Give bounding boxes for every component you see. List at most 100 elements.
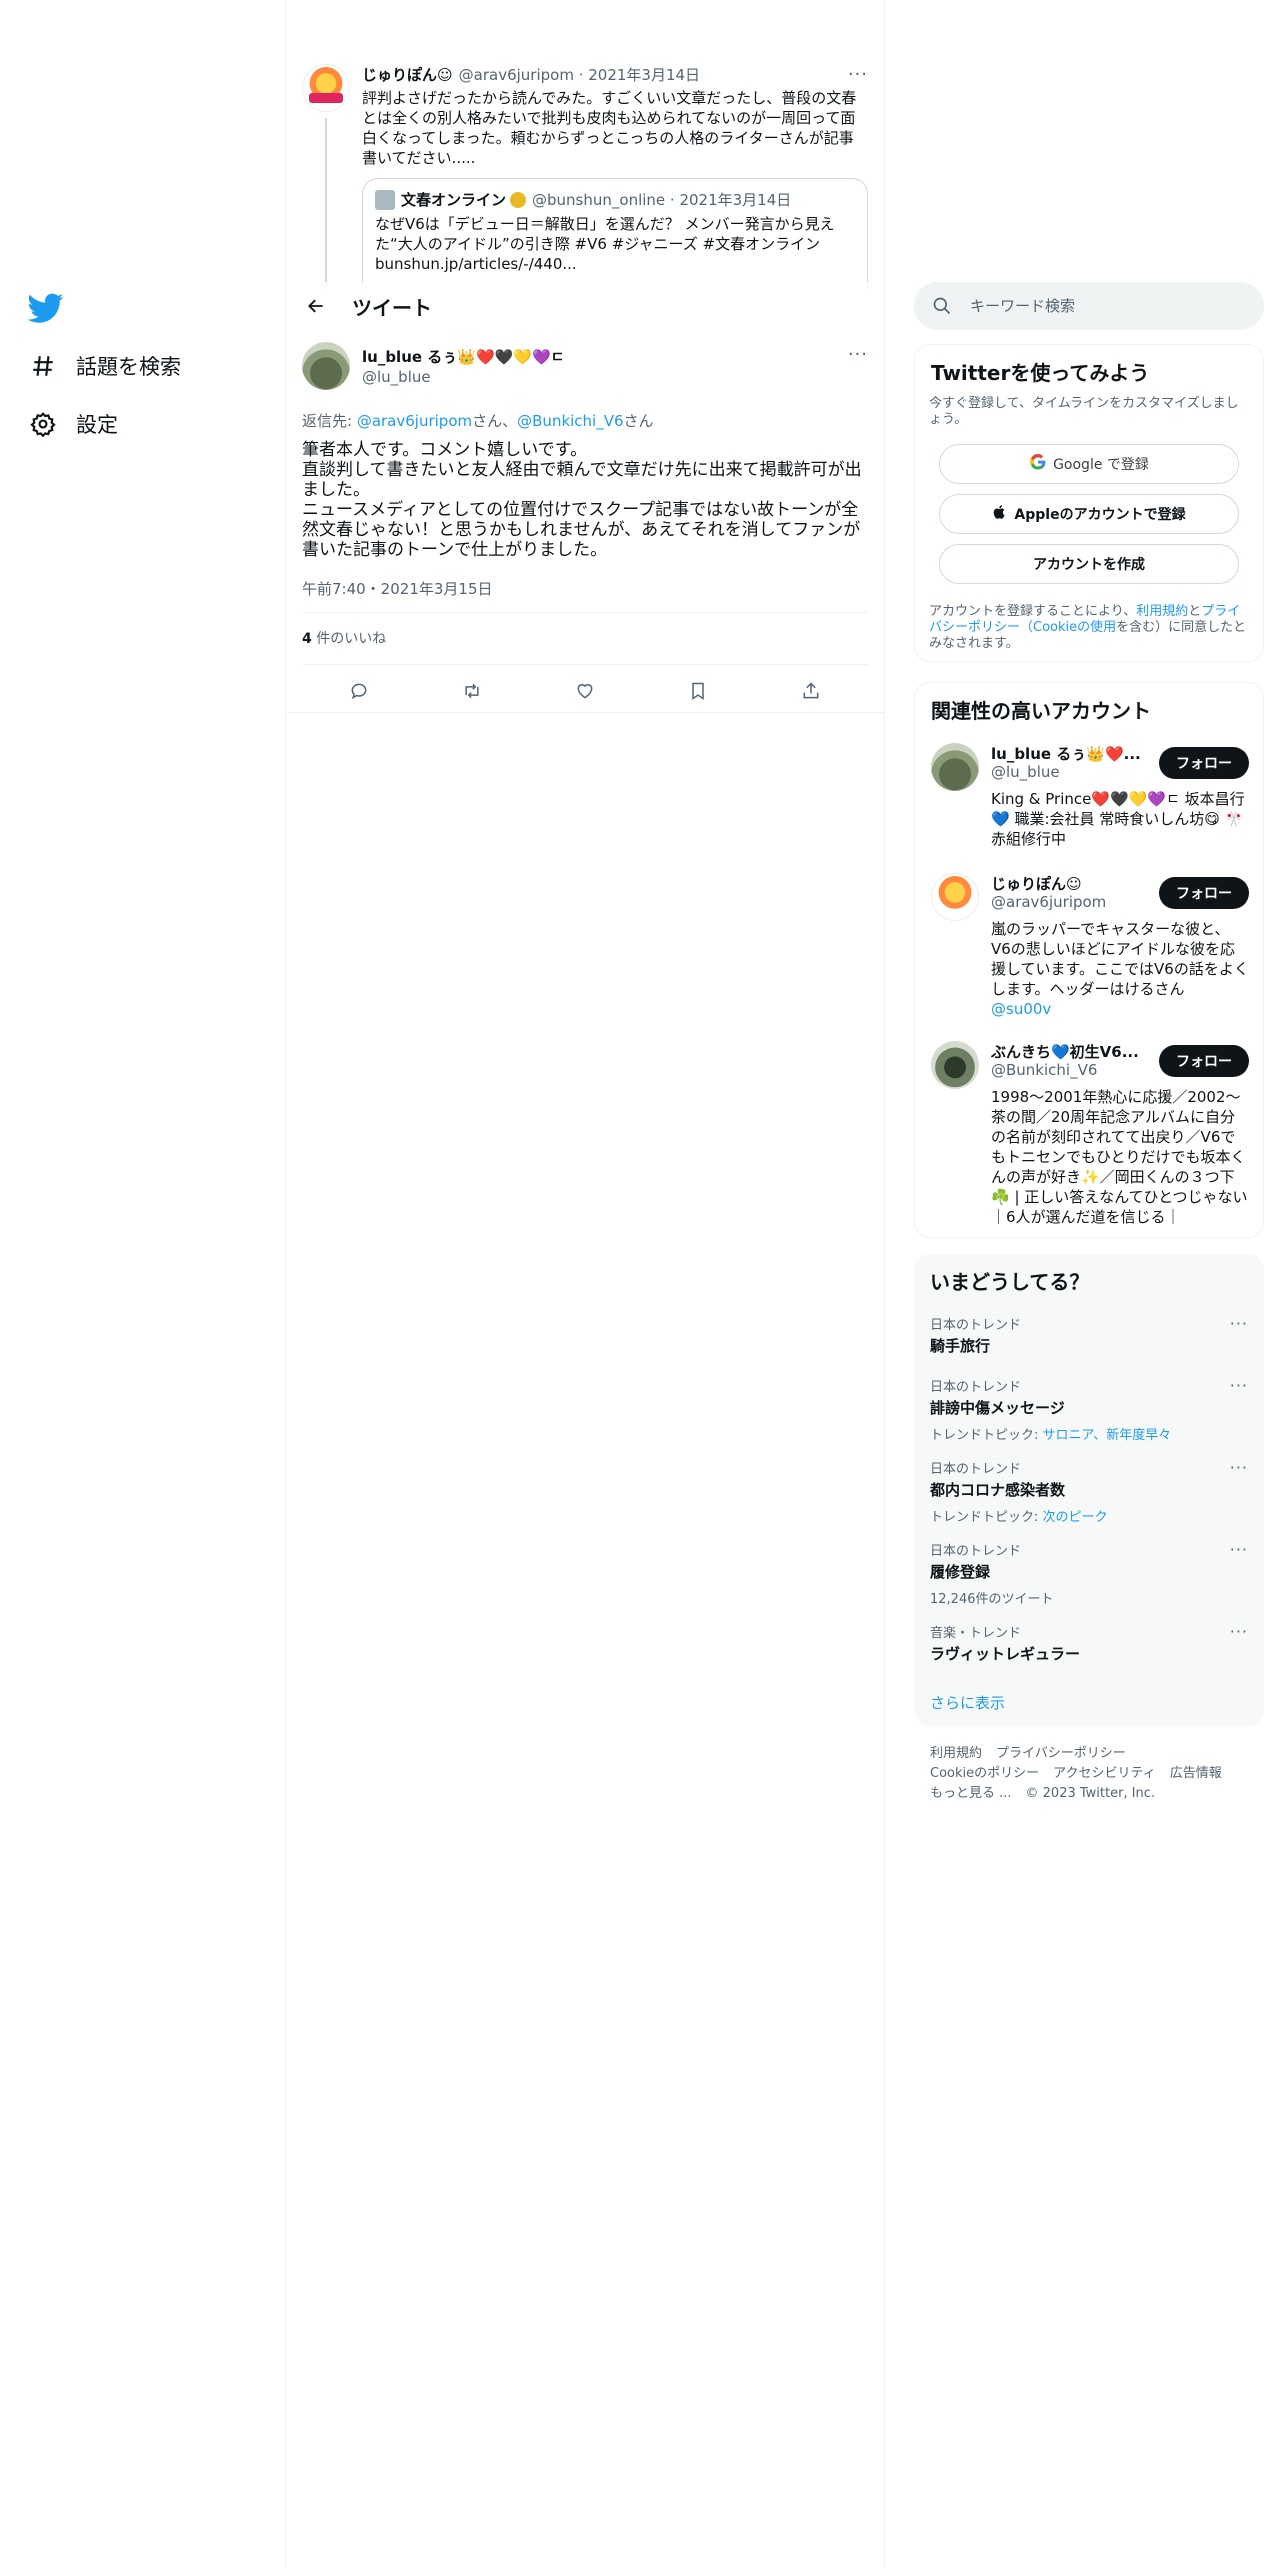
reply-to-link[interactable]: @arav6juripom <box>357 412 472 430</box>
footer-link[interactable]: 利用規約 <box>930 1746 982 1761</box>
more-icon[interactable]: ··· <box>1230 1314 1248 1333</box>
gear-icon <box>28 409 58 439</box>
tweet-text-line: 筆者本人です。コメント嬉しいです。 <box>302 440 588 460</box>
reply-context: 返信先: @arav6juripomさん、@Bunkichi_V6さん <box>302 412 654 430</box>
tweet-text-line: ニュースメディアとしての位置付けでスクープ記事ではない故トーンが全然文春じゃない… <box>302 500 861 560</box>
nav-settings-label: 設定 <box>76 413 118 437</box>
reply-icon[interactable] <box>342 674 376 708</box>
bookmark-icon[interactable] <box>681 674 715 708</box>
share-icon[interactable] <box>794 674 828 708</box>
account-bio: 嵐のラッパーでキャスターな彼と、V6の悲しいほどにアイドルな彼を応援しています。… <box>991 920 1249 1018</box>
footer: 利用規約 プライバシーポリシー Cookieのポリシー アクセシビリティ 広告情報 も… <box>930 1744 1250 1804</box>
author-handle[interactable]: @lu_blue <box>362 368 431 386</box>
avatar[interactable] <box>302 64 350 112</box>
account-handle[interactable]: @Bunkichi_V6 <box>991 1061 1097 1079</box>
who-to-follow-title: 関連性の高いアカウント <box>931 699 1151 723</box>
reply-to-link[interactable]: @Bunkichi_V6 <box>517 412 623 430</box>
parent-tweet-header: じゅりぽん☺ @arav6juripom · 2021年3月14日 ··· <box>362 64 868 85</box>
quoted-author-name: 文春オンライン <box>401 191 507 209</box>
account-handle[interactable]: @lu_blue <box>991 763 1060 781</box>
signup-subtitle: 今すぐ登録して、タイムラインをカスタマイズしましょう。 <box>929 396 1239 427</box>
twitter-logo-icon[interactable] <box>27 290 64 326</box>
account-bio: King & Prince❤️🖤💛💜ㄷ 坂本昌行💙 職業:会社員 常時食いしん坊… <box>991 790 1245 848</box>
hashtag-icon <box>28 351 58 381</box>
account-handle[interactable]: @arav6juripom <box>991 893 1106 911</box>
avatar[interactable] <box>931 873 979 921</box>
avatar[interactable] <box>931 743 979 791</box>
account-name[interactable]: じゅりぽん☺ <box>991 873 1151 894</box>
google-signup-button[interactable]: Google で登録 <box>939 444 1239 484</box>
search-input[interactable] <box>970 297 1250 315</box>
footer-link[interactable]: Cookieのポリシー <box>930 1766 1039 1781</box>
more-icon[interactable]: ··· <box>1230 1540 1248 1559</box>
signup-terms: アカウントを登録することにより、利用規約とプライバシーポリシー（Cookieの使… <box>929 604 1247 651</box>
more-icon[interactable]: ··· <box>1230 1622 1248 1641</box>
footer-link[interactable]: 広告情報 <box>1170 1766 1222 1781</box>
follow-button[interactable]: フォロー <box>1159 877 1249 909</box>
footer-more-link[interactable]: もっと見る ... <box>930 1786 1012 1801</box>
signup-card: Twitterを使ってみよう 今すぐ登録して、タイムラインをカスタマイズしましょ… <box>914 344 1264 662</box>
more-icon[interactable]: ··· <box>1230 1376 1248 1395</box>
who-to-follow-card: 関連性の高いアカウント lu_blue るぅ👑❤️... @lu_blue フォ… <box>914 682 1264 1238</box>
create-account-button[interactable]: アカウントを作成 <box>939 544 1239 584</box>
follow-button[interactable]: フォロー <box>1159 1045 1249 1077</box>
copyright: © 2023 Twitter, Inc. <box>1025 1786 1156 1801</box>
bio-mention-link[interactable]: @su00v <box>991 1000 1051 1018</box>
author-handle[interactable]: @arav6juripom <box>459 66 574 84</box>
parent-tweet[interactable]: じゅりぽん☺ @arav6juripom · 2021年3月14日 ··· 評判… <box>286 50 884 290</box>
quoted-author-handle: @bunshun_online <box>532 190 666 209</box>
more-icon[interactable]: ··· <box>848 344 868 365</box>
search-box[interactable] <box>914 282 1264 330</box>
avatar[interactable] <box>931 1041 979 1089</box>
author-name[interactable]: じゅりぽん☺ <box>362 64 453 85</box>
trend-item[interactable]: 音楽・トレンド ラヴィットレギュラー ··· <box>930 1622 1248 1664</box>
trend-item[interactable]: 日本のトレンド 騎手旅行 ··· <box>930 1314 1248 1356</box>
quoted-tweet-card[interactable]: 文春オンライン @bunshun_online · 2021年3月14日 なぜV… <box>362 178 868 290</box>
more-icon[interactable]: ··· <box>1230 1458 1248 1477</box>
parent-tweet-text: 評判よさげだったから読んでみた。すごくいい文章だったし、普段の文春とは全くの別人… <box>362 89 857 167</box>
thread-line <box>325 118 327 290</box>
account-name[interactable]: ぶんきち💙初生V6... <box>991 1041 1151 1062</box>
verified-badge-icon <box>510 191 527 208</box>
likes-count[interactable]: 4 件のいいね <box>302 628 386 648</box>
trend-item[interactable]: 日本のトレンド 都内コロナ感染者数 トレンドトピック: 次のピーク ··· <box>930 1458 1248 1525</box>
quoted-date: 2021年3月14日 <box>679 191 792 209</box>
nav-explore[interactable]: 話題を検索 <box>28 346 181 386</box>
show-more-link[interactable]: さらに表示 <box>930 1692 1005 1713</box>
tweet-text-line: 直談判して書きたいと友人経由で頼んで文章だけ先に出来て掲載許可が出ました。 <box>302 460 862 500</box>
trend-topic-link[interactable]: 次のピーク <box>1043 1510 1108 1525</box>
trends-title: いまどうしてる？ <box>930 1270 1090 1294</box>
footer-link[interactable]: アクセシビリティ <box>1053 1766 1156 1781</box>
nav-settings[interactable]: 設定 <box>28 404 118 444</box>
divider <box>302 664 868 665</box>
tweet-timestamp[interactable]: 午前7:40・2021年3月15日 <box>302 578 493 599</box>
author-name[interactable]: lu_blue るぅ👑❤️🖤💛💜ㄷ <box>362 346 564 367</box>
avatar[interactable] <box>302 342 350 390</box>
account-name[interactable]: lu_blue るぅ👑❤️... <box>991 743 1151 764</box>
apple-signup-button[interactable]: Appleのアカウントで登録 <box>939 494 1239 534</box>
trends-card: いまどうしてる？ 日本のトレンド 騎手旅行 ··· 日本のトレンド 誹謗中傷メッ… <box>914 1254 1264 1726</box>
quoted-avatar <box>375 189 395 210</box>
like-heart-icon[interactable] <box>568 674 602 708</box>
tweet-page-header: ツイート <box>286 282 884 330</box>
nav-explore-label: 話題を検索 <box>76 355 181 379</box>
tweet-actions <box>302 670 868 712</box>
terms-link[interactable]: 利用規約 <box>1136 604 1188 619</box>
page-title: ツイート <box>352 295 432 320</box>
footer-link[interactable]: プライバシーポリシー <box>996 1746 1126 1761</box>
back-arrow-icon[interactable] <box>298 288 334 324</box>
quoted-text: なぜV6は「デビュー日＝解散日」を選んだ？ メンバー発言から見えた“大人のアイド… <box>375 215 835 273</box>
trend-item[interactable]: 日本のトレンド 履修登録 12,246件のツイート ··· <box>930 1540 1248 1607</box>
follow-button[interactable]: フォロー <box>1159 747 1249 779</box>
tweet-text: 筆者本人です。コメント嬉しいです。 直談判して書きたいと友人経由で頼んで文章だけ… <box>302 440 868 560</box>
tweet-date[interactable]: 2021年3月14日 <box>588 64 700 85</box>
trend-item[interactable]: 日本のトレンド 誹謗中傷メッセージ トレンドトピック: サロニア、新年度早々 ·… <box>930 1376 1248 1443</box>
main-column: じゅりぽん☺ @arav6juripom · 2021年3月14日 ··· 評判… <box>286 0 885 2568</box>
apple-icon <box>992 504 1008 524</box>
retweet-icon[interactable] <box>455 674 489 708</box>
more-icon[interactable]: ··· <box>848 64 868 85</box>
google-icon <box>1029 453 1047 475</box>
signup-title: Twitterを使ってみよう <box>931 361 1150 385</box>
left-nav: 話題を検索 設定 <box>0 0 286 2568</box>
trend-topic-link[interactable]: サロニア、新年度早々 <box>1043 1428 1172 1443</box>
